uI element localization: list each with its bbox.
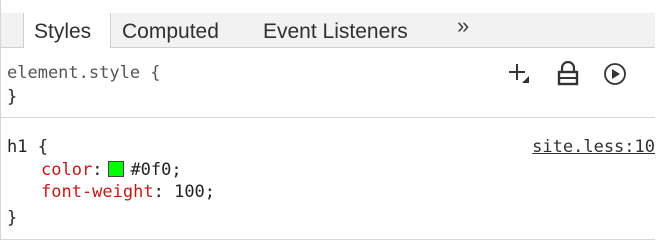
rule-selector[interactable]: h1 { (7, 136, 48, 158)
h1-rule-section: h1 { site.less:10 color: #0f0; font-weigh… (1, 118, 655, 239)
property-value[interactable]: 100; (174, 182, 215, 202)
tab-styles[interactable]: Styles (23, 13, 111, 48)
new-style-rule-icon[interactable] (507, 61, 533, 87)
tab-event-listeners[interactable]: Event Listeners (263, 13, 408, 47)
element-style-selector[interactable]: element.style { (7, 62, 161, 84)
property-color[interactable]: color: #0f0; (41, 159, 182, 181)
property-font-weight[interactable]: font-weight: 100; (41, 181, 215, 203)
source-link[interactable]: site.less:10 (532, 136, 655, 158)
rule-close-brace: } (7, 208, 18, 228)
property-name[interactable]: font-weight (41, 182, 154, 202)
element-style-close-brace: } (7, 87, 18, 107)
color-swatch[interactable] (108, 161, 125, 177)
animations-icon[interactable] (602, 61, 628, 87)
more-tabs-chevron-icon[interactable]: » (457, 7, 469, 41)
toggle-element-state-icon[interactable] (555, 61, 581, 87)
property-value[interactable]: #0f0; (130, 160, 181, 180)
style-toolbar (507, 61, 657, 91)
tab-bar: Styles Computed Event Listeners » (1, 13, 655, 48)
element-style-section: element.style { } (1, 48, 655, 117)
property-name[interactable]: color (41, 160, 92, 180)
tab-computed[interactable]: Computed (122, 13, 219, 47)
